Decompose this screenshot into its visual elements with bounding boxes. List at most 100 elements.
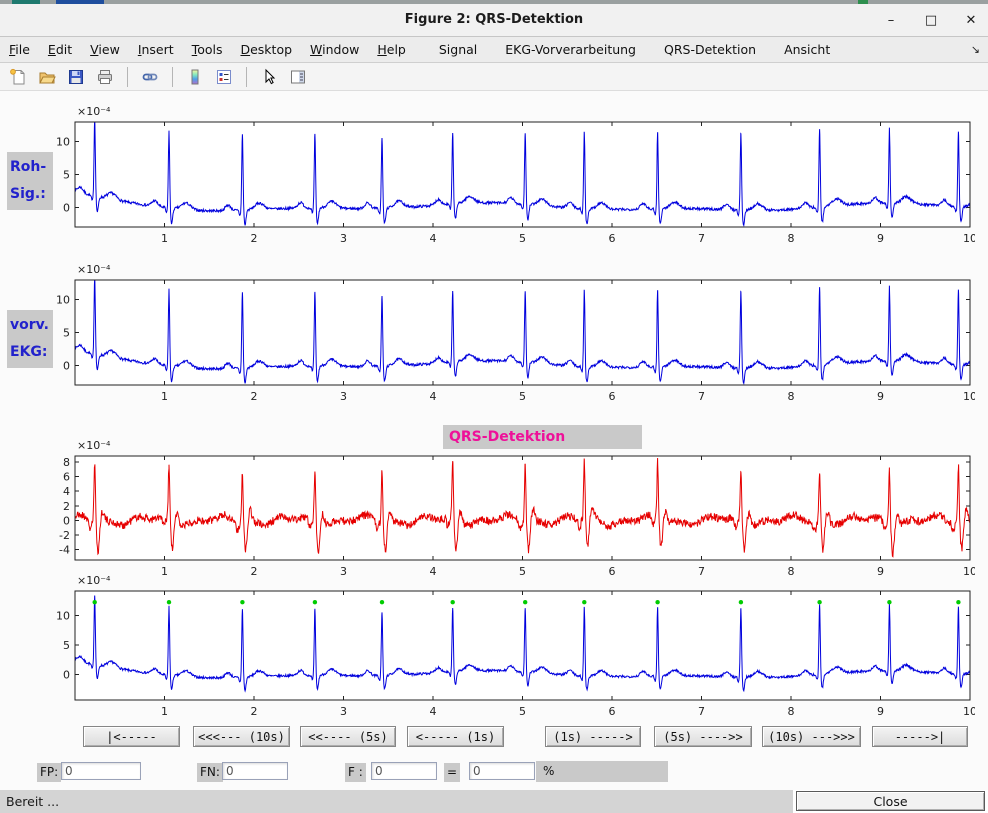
svg-text:2: 2	[251, 390, 258, 403]
svg-text:×10⁻⁴: ×10⁻⁴	[77, 263, 111, 276]
fn-input[interactable]	[222, 762, 288, 780]
nav-button-forward-10s[interactable]: (10s) --->>>	[762, 726, 861, 747]
close-button-area: Close	[793, 790, 988, 813]
insert-legend-icon[interactable]	[214, 67, 234, 87]
toolbar	[0, 63, 988, 91]
qrs-plot-title: QRS-Detektion	[443, 425, 642, 449]
label-raw-line2: Sig.:	[10, 181, 50, 208]
status-text: Bereit ...	[6, 794, 59, 809]
nav-button-jump-to-end[interactable]: ----->|	[872, 726, 968, 747]
svg-text:7: 7	[698, 232, 705, 245]
percent-panel: %	[536, 761, 668, 782]
menu-item-signal[interactable]: Signal	[425, 42, 491, 57]
svg-text:5: 5	[519, 705, 526, 718]
menu-item-edit[interactable]: Edit	[39, 42, 81, 57]
svg-text:10: 10	[56, 610, 70, 623]
nav-button-forward-5s[interactable]: (5s) ---->>	[654, 726, 752, 747]
svg-text:1: 1	[161, 390, 168, 403]
fp-input[interactable]	[61, 762, 141, 780]
label-prep-line1: vorv.	[10, 312, 50, 339]
label-prep-line2: EKG:	[10, 339, 50, 366]
svg-text:4: 4	[430, 390, 437, 403]
print-icon[interactable]	[95, 67, 115, 87]
toolbar-separator	[172, 67, 173, 87]
plot-detected-beats: 123456789100510×10⁻⁴	[55, 571, 975, 720]
svg-text:×10⁻⁴: ×10⁻⁴	[77, 574, 111, 587]
svg-text:8: 8	[788, 705, 795, 718]
svg-text:9: 9	[877, 705, 884, 718]
nav-button-back-1s[interactable]: <----- (1s)	[407, 726, 504, 747]
percent-input[interactable]	[469, 762, 535, 780]
nav-button-back-5s[interactable]: <<---- (5s)	[300, 726, 396, 747]
menu-item-qrs-detektion[interactable]: QRS-Detektion	[650, 42, 770, 57]
svg-text:9: 9	[877, 232, 884, 245]
insert-colorbar-icon[interactable]	[185, 67, 205, 87]
maximize-button[interactable]: □	[924, 13, 938, 28]
svg-text:2: 2	[251, 705, 258, 718]
svg-text:7: 7	[698, 705, 705, 718]
svg-text:5: 5	[519, 390, 526, 403]
svg-text:10: 10	[56, 294, 70, 307]
equals-label: =	[444, 763, 460, 782]
f-input[interactable]	[371, 762, 437, 780]
f-label: F :	[345, 763, 366, 782]
save-icon[interactable]	[66, 67, 86, 87]
svg-text:10: 10	[56, 136, 70, 149]
svg-text:0: 0	[63, 359, 70, 372]
svg-text:6: 6	[609, 705, 616, 718]
svg-text:8: 8	[788, 232, 795, 245]
label-raw-line1: Roh-	[10, 154, 50, 181]
svg-text:×10⁻⁴: ×10⁻⁴	[77, 439, 111, 452]
menu-item-help[interactable]: Help	[368, 42, 415, 57]
svg-text:3: 3	[340, 705, 347, 718]
plot-browser-icon[interactable]	[288, 67, 308, 87]
svg-text:9: 9	[877, 390, 884, 403]
svg-text:7: 7	[698, 390, 705, 403]
link-plots-icon[interactable]	[140, 67, 160, 87]
plot-preprocessed-ekg: 123456789100510×10⁻⁴	[55, 260, 975, 405]
toolbar-separator	[127, 67, 128, 87]
svg-text:4: 4	[430, 705, 437, 718]
svg-text:0: 0	[63, 669, 70, 682]
open-folder-icon[interactable]	[37, 67, 57, 87]
svg-text:3: 3	[340, 232, 347, 245]
menu-item-ansicht[interactable]: Ansicht	[770, 42, 844, 57]
menu-item-insert[interactable]: Insert	[129, 42, 183, 57]
svg-text:6: 6	[609, 390, 616, 403]
svg-text:6: 6	[63, 471, 70, 484]
svg-text:5: 5	[63, 639, 70, 652]
minimize-button[interactable]: –	[884, 13, 898, 28]
svg-text:-4: -4	[59, 544, 70, 557]
fp-label: FP:	[37, 763, 61, 782]
menu-item-tools[interactable]: Tools	[183, 42, 232, 57]
window-controls: – □ ✕	[884, 4, 978, 36]
label-raw-signal: Roh- Sig.:	[7, 152, 53, 210]
plot-qrs-filtered: 12345678910-4-202468×10⁻⁴	[55, 436, 975, 580]
menu-overflow-icon[interactable]: ↘	[971, 43, 980, 56]
svg-text:8: 8	[63, 456, 70, 469]
edit-plot-icon[interactable]	[259, 67, 279, 87]
svg-text:10: 10	[963, 390, 975, 403]
fn-label: FN:	[197, 763, 223, 782]
nav-button-jump-to-start[interactable]: |<-----	[83, 726, 180, 747]
svg-text:4: 4	[63, 485, 70, 498]
close-button[interactable]: Close	[796, 791, 985, 811]
svg-text:-2: -2	[59, 529, 70, 542]
titlebar: Figure 2: QRS-Detektion – □ ✕	[0, 4, 988, 37]
menu-item-file[interactable]: File	[0, 42, 39, 57]
svg-text:10: 10	[963, 705, 975, 718]
plot-raw-signal: 123456789100510×10⁻⁴	[55, 102, 975, 247]
svg-text:0: 0	[63, 201, 70, 214]
menu-item-desktop[interactable]: Desktop	[231, 42, 301, 57]
nav-button-back-10s[interactable]: <<<--- (10s)	[193, 726, 290, 747]
menu-item-ekg-vorverarbeitung[interactable]: EKG-Vorverarbeitung	[491, 42, 650, 57]
menubar: FileEditViewInsertToolsDesktopWindowHelp…	[0, 37, 988, 63]
close-window-button[interactable]: ✕	[964, 13, 978, 28]
menu-item-window[interactable]: Window	[301, 42, 368, 57]
svg-text:5: 5	[63, 169, 70, 182]
svg-text:6: 6	[609, 232, 616, 245]
menu-item-view[interactable]: View	[81, 42, 129, 57]
percent-sign: %	[543, 764, 554, 778]
nav-button-forward-1s[interactable]: (1s) ----->	[545, 726, 641, 747]
new-document-icon[interactable]	[8, 67, 28, 87]
